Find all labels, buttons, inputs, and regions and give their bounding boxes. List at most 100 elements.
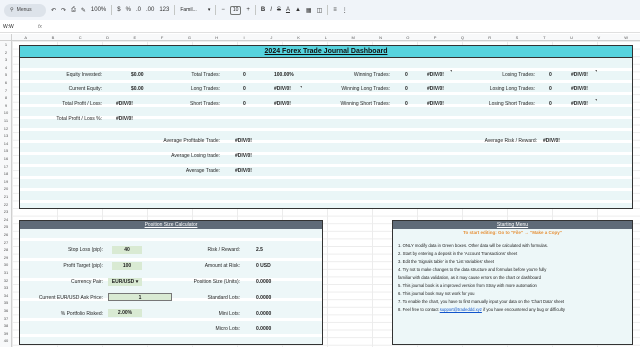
italic-button[interactable]: I [270,7,272,13]
row-header[interactable]: 35 [0,300,12,305]
row-header[interactable]: 20 [0,186,12,191]
row-header[interactable]: 4 [0,65,12,70]
row-header[interactable]: 27 [0,240,12,245]
row-header[interactable]: 23 [0,209,12,214]
borders-icon[interactable]: ▦ [306,7,312,14]
column-header[interactable]: B [39,34,66,40]
row-header[interactable]: 38 [0,323,12,328]
undo-icon[interactable]: ↶ [51,7,56,14]
font-size-input[interactable]: 10 [229,5,242,15]
column-header[interactable]: L [312,34,339,40]
row-header[interactable]: 36 [0,308,12,313]
column-header[interactable]: O [394,34,421,40]
currency-format-button[interactable]: $ [117,7,120,13]
row-header[interactable]: 6 [0,80,12,85]
decrease-decimal-button[interactable]: .0 [136,7,141,13]
row-header[interactable]: 10 [0,110,12,115]
row-header[interactable]: 15 [0,148,12,153]
decrease-font-size-button[interactable]: − [221,7,225,13]
row-header[interactable]: 2 [0,50,12,55]
ask-price-input[interactable]: 1 [108,293,172,301]
column-header[interactable]: Q [449,34,476,40]
row-header[interactable]: 22 [0,202,12,207]
fx-icon: fx [38,23,42,30]
row-header[interactable]: 30 [0,262,12,267]
select-all-corner[interactable] [0,34,12,40]
print-icon[interactable]: ⎙ [71,7,76,14]
column-header[interactable]: D [94,34,121,40]
number-format-button[interactable]: 123 [159,7,169,13]
row-header[interactable]: 11 [0,118,12,123]
row-stripe [20,258,322,261]
column-header[interactable]: N [367,34,394,40]
row-header[interactable]: 8 [0,95,12,100]
align-icon[interactable]: ≡ [333,7,337,13]
strikethrough-button[interactable]: S [277,7,281,13]
row-header[interactable]: 28 [0,247,12,252]
redo-icon[interactable]: ↷ [61,7,66,14]
column-header[interactable]: K [285,34,312,40]
row-header[interactable]: 37 [0,316,12,321]
column-header[interactable]: V [585,34,612,40]
column-header[interactable]: I [230,34,257,40]
column-header[interactable]: E [121,34,148,40]
row-header[interactable]: 12 [0,126,12,131]
currency-pair-select[interactable]: EUR/USD ▾ [108,278,142,286]
row-header[interactable]: 21 [0,194,12,199]
row-header[interactable]: 24 [0,217,12,222]
column-header[interactable]: G [176,34,203,40]
column-header[interactable]: P [421,34,448,40]
row-header[interactable]: 13 [0,133,12,138]
row-header[interactable]: 40 [0,338,12,343]
font-family-select[interactable]: Famil... ▾ [180,7,210,13]
row-header[interactable]: 34 [0,293,12,298]
percent-format-button[interactable]: % [126,7,131,13]
column-header[interactable]: H [203,34,230,40]
increase-font-size-button[interactable]: + [246,7,250,13]
column-header[interactable]: T [531,34,558,40]
row-header[interactable]: 17 [0,164,12,169]
profit-target-input[interactable]: 100 [112,262,142,270]
column-header[interactable]: F [148,34,175,40]
row-header[interactable]: 9 [0,103,12,108]
more-options-icon[interactable]: ⋮ [342,7,348,14]
merge-cells-icon[interactable]: ◫ [317,7,323,14]
name-box[interactable]: W:W [0,24,30,30]
row-header[interactable]: 25 [0,224,12,229]
row-header[interactable]: 19 [0,179,12,184]
row-header[interactable]: 16 [0,156,12,161]
row-header[interactable]: 14 [0,141,12,146]
column-header[interactable]: U [558,34,585,40]
zoom-select[interactable]: 100% [91,7,106,13]
portfolio-risked-input[interactable]: 2.00% [108,309,142,317]
row-header[interactable]: 39 [0,331,12,336]
paint-format-icon[interactable]: ✎ [81,7,86,14]
column-header[interactable]: A [12,34,39,40]
column-header[interactable]: C [67,34,94,40]
text-color-button[interactable]: A [286,7,290,13]
row-header[interactable]: 33 [0,285,12,290]
menu-search[interactable]: ⚲ Menus [4,3,46,17]
bold-button[interactable]: B [261,7,265,13]
column-header[interactable]: S [503,34,530,40]
row-stripe [20,238,322,241]
column-header[interactable]: W [613,34,640,40]
row-header[interactable]: 31 [0,270,12,275]
support-email-link[interactable]: support@tradeddd.xyz [440,307,482,312]
stop-loss-input[interactable]: 40 [112,246,142,254]
increase-decimal-button[interactable]: .00 [146,7,154,13]
fill-color-icon[interactable]: ▲ [295,7,301,13]
comment-indicator [300,86,302,88]
column-header[interactable]: M [340,34,367,40]
row-header[interactable]: 32 [0,278,12,283]
row-header[interactable]: 18 [0,171,12,176]
row-header[interactable]: 1 [0,42,12,47]
column-header[interactable]: J [258,34,285,40]
row-header[interactable]: 3 [0,57,12,62]
comment-indicator [450,70,452,72]
row-header[interactable]: 5 [0,72,12,77]
column-header[interactable]: R [476,34,503,40]
row-header[interactable]: 7 [0,88,12,93]
row-header[interactable]: 29 [0,255,12,260]
row-header[interactable]: 26 [0,232,12,237]
